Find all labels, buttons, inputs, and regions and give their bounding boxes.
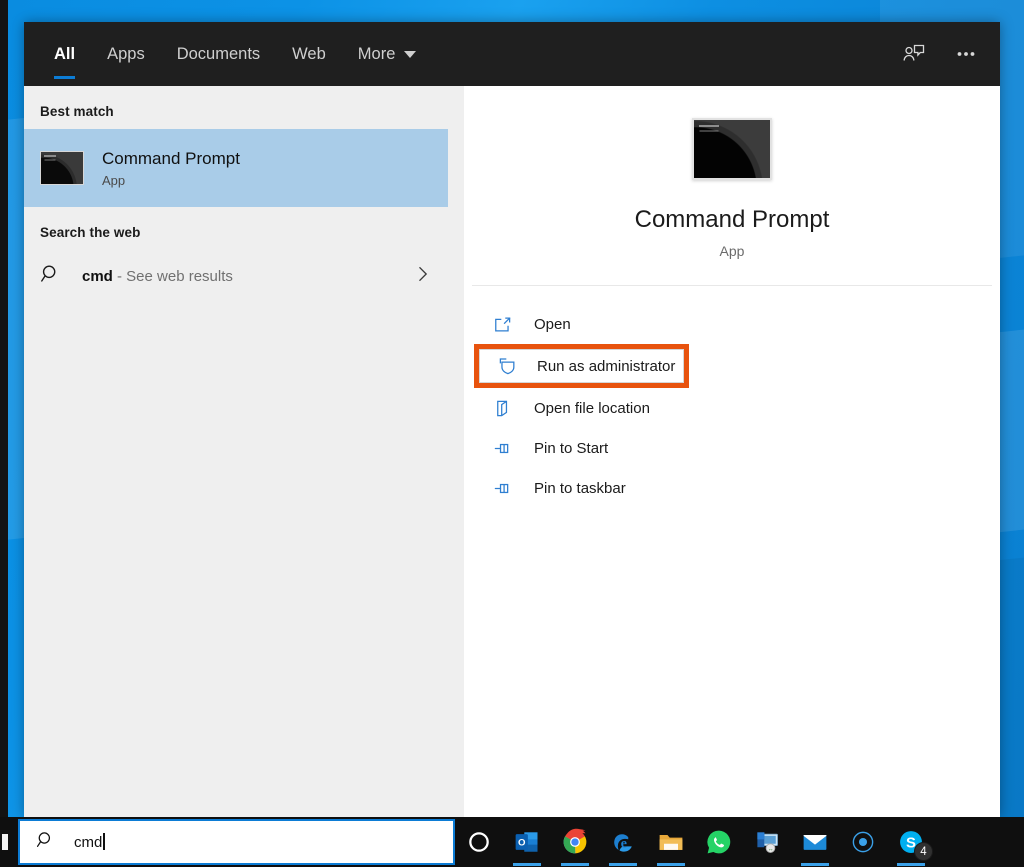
mail-icon[interactable]	[798, 825, 832, 866]
search-tabs: All Apps Documents Web More	[24, 22, 432, 86]
command-prompt-icon	[40, 151, 84, 185]
svg-text:↔: ↔	[767, 846, 773, 853]
header-actions	[892, 22, 988, 86]
web-result-item[interactable]: cmd - See web results	[24, 250, 448, 302]
search-panel-body: Best match Command Prompt App Search the…	[24, 86, 1000, 817]
action-open-file-location[interactable]: Open file location	[464, 388, 1000, 428]
action-run-as-administrator-label: Run as administrator	[537, 357, 676, 375]
desktop-left-edge	[0, 0, 8, 867]
web-result-suffix: - See web results	[112, 267, 233, 285]
search-icon	[36, 830, 56, 855]
edge-icon[interactable]: e	[606, 825, 640, 866]
search-input-text: cmd	[74, 834, 103, 851]
search-the-web-heading: Search the web	[40, 225, 141, 240]
pane-gutter	[448, 86, 464, 817]
taskbar: cmd O e ↔ S 4	[0, 817, 1024, 867]
taskbar-icons: O e ↔ S 4	[462, 817, 933, 867]
search-results-panel: All Apps Documents Web More Best match C…	[24, 22, 1000, 817]
app-preview-header: Command Prompt App	[472, 86, 992, 286]
tab-web-label: Web	[292, 44, 326, 63]
svg-text:e: e	[621, 836, 627, 851]
tab-more-label: More	[357, 44, 396, 63]
search-input[interactable]: cmd	[18, 819, 455, 865]
tab-apps[interactable]: Apps	[91, 22, 161, 86]
pin-icon	[488, 439, 516, 458]
skype-icon[interactable]: S 4	[894, 825, 933, 866]
web-result-query: cmd	[82, 267, 113, 285]
action-open[interactable]: Open	[464, 304, 1000, 344]
chevron-down-icon	[404, 50, 417, 58]
web-result-label: cmd - See web results	[82, 268, 233, 285]
skype-badge-count: 4	[914, 842, 933, 861]
command-prompt-icon	[692, 118, 772, 180]
tab-apps-label: Apps	[107, 44, 145, 63]
tab-all-label: All	[54, 44, 76, 63]
result-item-command-prompt[interactable]: Command Prompt App	[24, 129, 448, 207]
feedback-icon[interactable]	[892, 32, 936, 76]
tab-documents[interactable]: Documents	[161, 22, 276, 86]
best-match-heading: Best match	[40, 104, 114, 119]
app-preview-title: Command Prompt	[634, 206, 830, 233]
action-pin-to-taskbar-label: Pin to taskbar	[534, 479, 626, 497]
more-options-icon[interactable]	[944, 32, 988, 76]
whatsapp-icon[interactable]	[702, 825, 736, 859]
remote-desktop-icon[interactable]: ↔	[750, 825, 784, 859]
file-explorer-icon[interactable]	[654, 825, 688, 866]
result-item-subtitle: App	[102, 173, 126, 189]
results-list-pane: Best match Command Prompt App Search the…	[24, 86, 448, 817]
svg-text:O: O	[518, 838, 526, 849]
start-button[interactable]	[0, 817, 10, 867]
app-actions-list: Open Run as administrator Open file loca…	[464, 286, 1000, 508]
folder-page-icon	[488, 399, 516, 418]
app-preview-subtitle: App	[719, 243, 745, 259]
chevron-right-icon[interactable]	[412, 264, 432, 289]
result-item-text: Command Prompt App	[102, 148, 240, 188]
text-caret	[103, 833, 105, 850]
action-run-as-administrator[interactable]: Run as administrator	[474, 344, 689, 388]
pin-icon	[488, 479, 516, 498]
chrome-icon[interactable]	[558, 825, 592, 866]
tab-active-underline	[54, 76, 76, 79]
tab-documents-label: Documents	[176, 44, 261, 63]
app-preview-pane: Command Prompt App Open Run as administr…	[464, 86, 1000, 817]
tab-more[interactable]: More	[342, 22, 433, 86]
record-icon[interactable]	[846, 825, 880, 859]
search-input-value: cmd	[74, 833, 105, 851]
open-icon	[488, 315, 516, 334]
cortana-icon[interactable]	[462, 825, 496, 859]
outlook-icon[interactable]: O	[510, 825, 544, 866]
action-open-file-location-label: Open file location	[534, 399, 650, 417]
tab-web[interactable]: Web	[276, 22, 342, 86]
shield-icon	[493, 357, 521, 376]
action-pin-to-start[interactable]: Pin to Start	[464, 428, 1000, 468]
result-item-title: Command Prompt	[102, 148, 240, 168]
tab-all[interactable]: All	[38, 22, 91, 86]
search-icon	[40, 263, 62, 290]
action-open-label: Open	[534, 315, 571, 333]
action-pin-to-start-label: Pin to Start	[534, 439, 609, 457]
search-panel-header: All Apps Documents Web More	[24, 22, 1000, 86]
action-pin-to-taskbar[interactable]: Pin to taskbar	[464, 468, 1000, 508]
